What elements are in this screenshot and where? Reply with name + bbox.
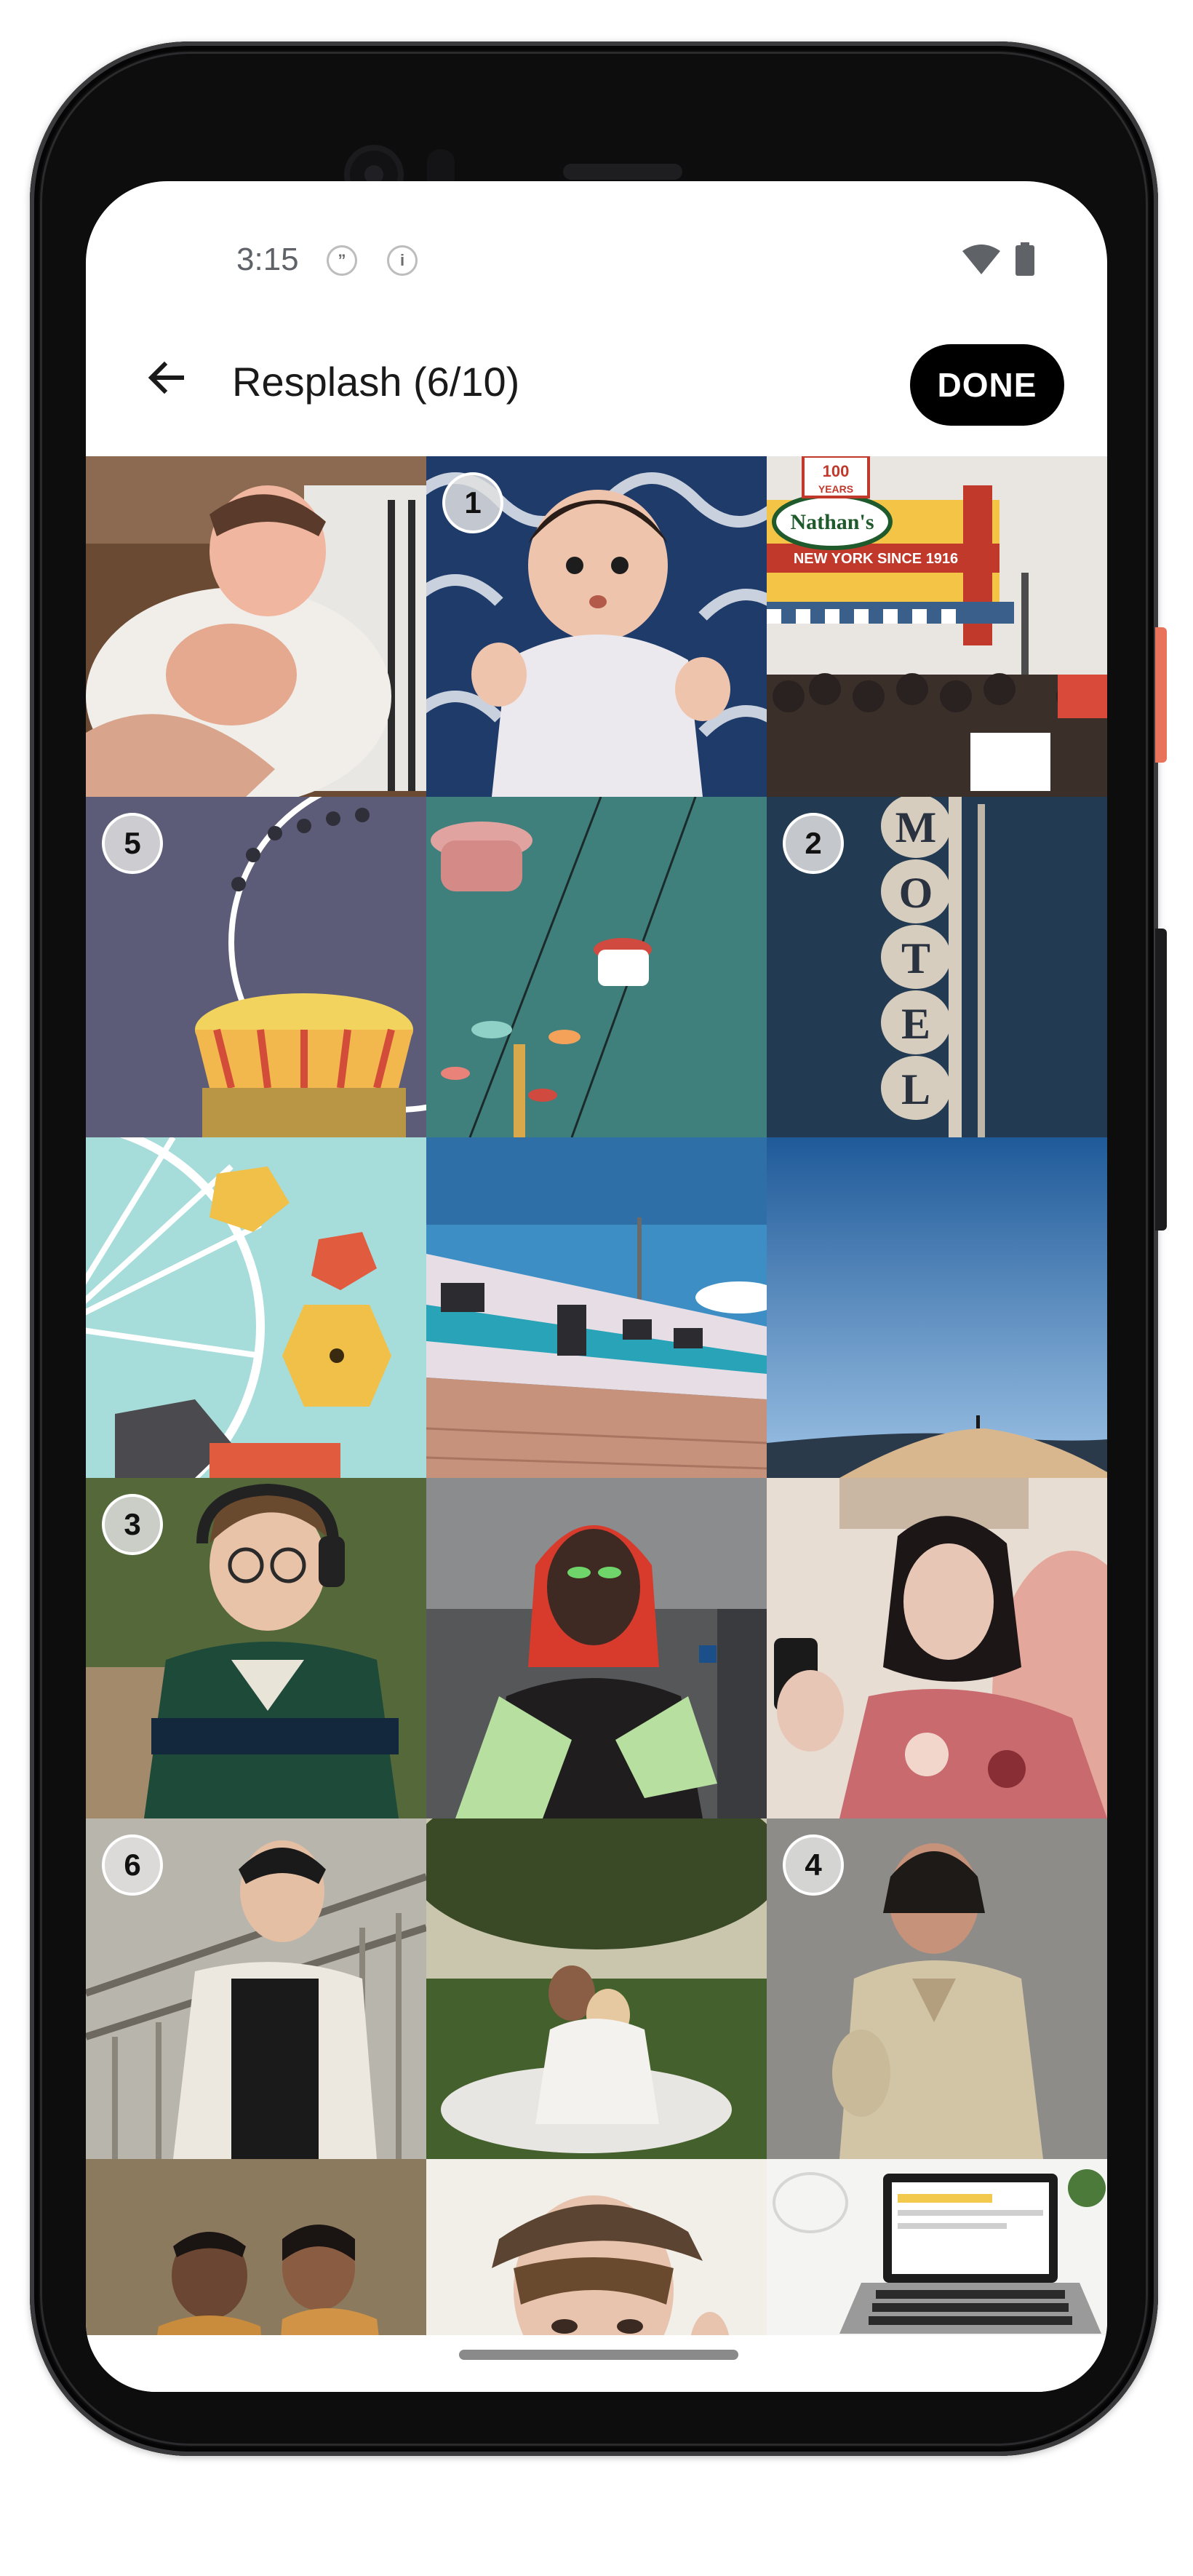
selection-badge: 2 — [783, 813, 844, 874]
photo-ferris-wheel-yellow-cabins — [86, 1137, 426, 1478]
photo-newborn-baby — [86, 456, 426, 797]
photo-two-people-smiling — [86, 2159, 426, 2335]
quote-icon: ” — [327, 245, 357, 276]
motel-letter: L — [901, 1065, 930, 1113]
photo-woman-red-scarf — [426, 1478, 767, 1818]
selection-badge: 5 — [102, 813, 163, 874]
photo-tile[interactable] — [86, 2159, 426, 2335]
storefront-years-number: 100 — [823, 462, 850, 480]
motel-letter: E — [901, 1000, 930, 1048]
app-bar: Resplash (6/10) DONE — [86, 327, 1107, 443]
storefront-strip: NEW YORK SINCE 1916 — [794, 551, 958, 567]
screen: 3:15 ” i Resplash (6/10) DONE 1 Nathan's… — [86, 181, 1107, 2392]
motel-letter: O — [899, 869, 933, 917]
volume-button — [1155, 929, 1167, 1231]
photo-tile[interactable] — [767, 1478, 1107, 1818]
motel-letter: T — [901, 934, 930, 982]
photo-tile[interactable]: 5 — [86, 797, 426, 1137]
photo-tile[interactable] — [767, 2159, 1107, 2335]
photo-tile[interactable]: 3 — [86, 1478, 426, 1818]
photo-laptop-desk — [767, 2159, 1107, 2335]
photo-nathans-storefront: Nathan's 100 YEARS NEW YORK SINCE 1916 — [767, 456, 1107, 797]
selection-badge: 1 — [442, 472, 503, 533]
navigation-bar — [86, 2335, 1107, 2392]
photo-tile[interactable] — [767, 1137, 1107, 1478]
photo-grid[interactable]: 1 Nathan's 100 YEARS NEW YORK SINCE 1916 — [86, 456, 1107, 2335]
storefront-years-label: YEARS — [818, 483, 853, 495]
status-time: 3:15 — [236, 242, 299, 277]
power-button — [1155, 627, 1167, 763]
photo-tile[interactable] — [86, 1137, 426, 1478]
photo-woman-cap — [426, 2159, 767, 2335]
photo-tile[interactable] — [426, 2159, 767, 2335]
selection-badge: 6 — [102, 1834, 163, 1896]
photo-sky-ride-gondolas — [426, 797, 767, 1137]
photo-woman-phone — [767, 1478, 1107, 1818]
photo-tile[interactable] — [426, 1137, 767, 1478]
motel-letter: M — [895, 803, 937, 851]
photo-tile[interactable] — [86, 456, 426, 797]
home-gesture-pill[interactable] — [459, 2350, 738, 2360]
status-bar: 3:15 ” i — [86, 181, 1107, 276]
page-title: Resplash (6/10) — [232, 359, 520, 405]
photo-tile[interactable]: Nathan's 100 YEARS NEW YORK SINCE 1916 — [767, 456, 1107, 797]
photo-couple-park — [426, 1818, 767, 2159]
photo-tile[interactable]: 6 — [86, 1818, 426, 2159]
photo-tile[interactable]: 4 — [767, 1818, 1107, 2159]
photo-tile[interactable] — [426, 1478, 767, 1818]
photo-train — [426, 1137, 767, 1478]
photo-tile[interactable]: M O T E L 2 — [767, 797, 1107, 1137]
photo-desert-dune-sky — [767, 1137, 1107, 1478]
selection-badge: 3 — [102, 1494, 163, 1555]
photo-tile[interactable] — [426, 797, 767, 1137]
storefront-brand: Nathan's — [790, 510, 874, 534]
arrow-left-icon — [148, 361, 184, 394]
battery-icon — [1016, 242, 1034, 276]
back-button[interactable] — [129, 341, 202, 414]
photo-tile[interactable]: 1 — [426, 456, 767, 797]
wifi-icon — [962, 245, 1000, 274]
photo-tile[interactable] — [426, 1818, 767, 2159]
earpiece-speaker — [563, 164, 682, 180]
info-icon: i — [387, 245, 418, 276]
done-button[interactable]: DONE — [910, 344, 1064, 426]
selection-badge: 4 — [783, 1834, 844, 1896]
